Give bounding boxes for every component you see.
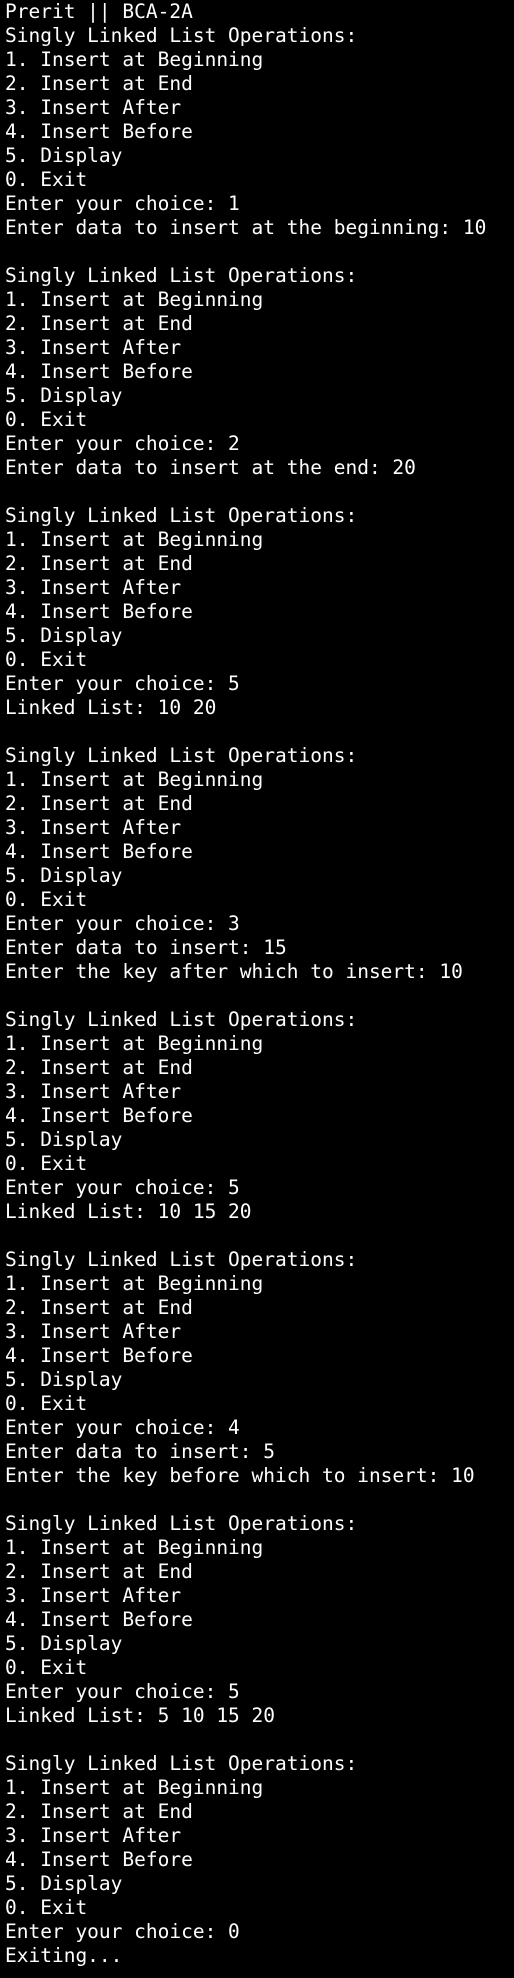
terminal-line: 4. Insert Before [5,840,193,863]
terminal-line: Enter your choice: 2 [5,432,240,455]
terminal-line: 0. Exit [5,1656,88,1679]
terminal-line: 4. Insert Before [5,1608,193,1631]
terminal-line: 1. Insert at Beginning [5,48,264,71]
terminal-line: 5. Display [5,1368,123,1391]
terminal-line: 0. Exit [5,888,88,911]
terminal-line: Singly Linked List Operations: [5,1248,358,1271]
terminal-line: 0. Exit [5,1896,88,1919]
terminal-line: Singly Linked List Operations: [5,264,358,287]
terminal-line: 2. Insert at End [5,72,193,95]
terminal-line: 2. Insert at End [5,312,193,335]
terminal-line: 3. Insert After [5,96,182,119]
terminal-line: Enter your choice: 5 [5,672,240,695]
terminal-line: 5. Display [5,624,123,647]
terminal-line: 3. Insert After [5,1584,182,1607]
terminal-line: 4. Insert Before [5,360,193,383]
terminal-line: Enter your choice: 5 [5,1680,240,1703]
terminal-line: 1. Insert at Beginning [5,1536,264,1559]
terminal-line: 5. Display [5,864,123,887]
terminal-line: 3. Insert After [5,816,182,839]
terminal-line: Singly Linked List Operations: [5,1512,358,1535]
terminal-line: Linked List: 5 10 15 20 [5,1704,276,1727]
terminal-line: 3. Insert After [5,1320,182,1343]
terminal-line: Enter data to insert at the beginning: 1… [5,216,487,239]
terminal-line: 3. Insert After [5,1080,182,1103]
terminal-line: 1. Insert at Beginning [5,768,264,791]
terminal-line: Linked List: 10 15 20 [5,1200,252,1223]
terminal-line: Enter the key before which to insert: 10 [5,1464,475,1487]
terminal-line: 0. Exit [5,648,88,671]
terminal-line: Singly Linked List Operations: [5,1008,358,1031]
terminal-line: 2. Insert at End [5,1296,193,1319]
terminal-line: 5. Display [5,1632,123,1655]
terminal-line: Singly Linked List Operations: [5,24,358,47]
terminal-line: Enter your choice: 5 [5,1176,240,1199]
terminal-line: 1. Insert at Beginning [5,1032,264,1055]
terminal-line: 2. Insert at End [5,1800,193,1823]
terminal-line: Prerit || BCA-2A [5,0,193,23]
terminal-line: 0. Exit [5,1152,88,1175]
terminal-line: Exiting... [5,1944,123,1967]
terminal-line: 2. Insert at End [5,552,193,575]
terminal-output[interactable]: Prerit || BCA-2A Singly Linked List Opera… [0,0,514,1978]
terminal-line: 2. Insert at End [5,1056,193,1079]
terminal-line: 5. Display [5,1872,123,1895]
terminal-line: Enter data to insert: 5 [5,1440,276,1463]
terminal-line: Enter your choice: 0 [5,1920,240,1943]
terminal-line: Enter data to insert at the end: 20 [5,456,416,479]
terminal-line: 5. Display [5,144,123,167]
terminal-line: 0. Exit [5,168,88,191]
terminal-line: Enter your choice: 3 [5,912,240,935]
terminal-line: 3. Insert After [5,1824,182,1847]
terminal-line: 1. Insert at Beginning [5,1776,264,1799]
terminal-line: 1. Insert at Beginning [5,288,264,311]
terminal-line: 5. Display [5,1128,123,1151]
terminal-line: 1. Insert at Beginning [5,528,264,551]
terminal-line: Enter data to insert: 15 [5,936,287,959]
terminal-line: 0. Exit [5,1392,88,1415]
terminal-line: 3. Insert After [5,336,182,359]
terminal-line: Singly Linked List Operations: [5,744,358,767]
terminal-line: Singly Linked List Operations: [5,1752,358,1775]
terminal-line: 4. Insert Before [5,1104,193,1127]
terminal-line: Enter your choice: 1 [5,192,240,215]
terminal-line: Singly Linked List Operations: [5,504,358,527]
terminal-line: Enter the key after which to insert: 10 [5,960,463,983]
terminal-line: Linked List: 10 20 [5,696,217,719]
terminal-line: 2. Insert at End [5,792,193,815]
terminal-line: 1. Insert at Beginning [5,1272,264,1295]
terminal-line: 4. Insert Before [5,120,193,143]
terminal-line: 0. Exit [5,408,88,431]
terminal-line: 4. Insert Before [5,600,193,623]
terminal-line: 3. Insert After [5,576,182,599]
terminal-line: 2. Insert at End [5,1560,193,1583]
terminal-line: Enter your choice: 4 [5,1416,240,1439]
terminal-line: 4. Insert Before [5,1344,193,1367]
terminal-line: 4. Insert Before [5,1848,193,1871]
terminal-line: 5. Display [5,384,123,407]
